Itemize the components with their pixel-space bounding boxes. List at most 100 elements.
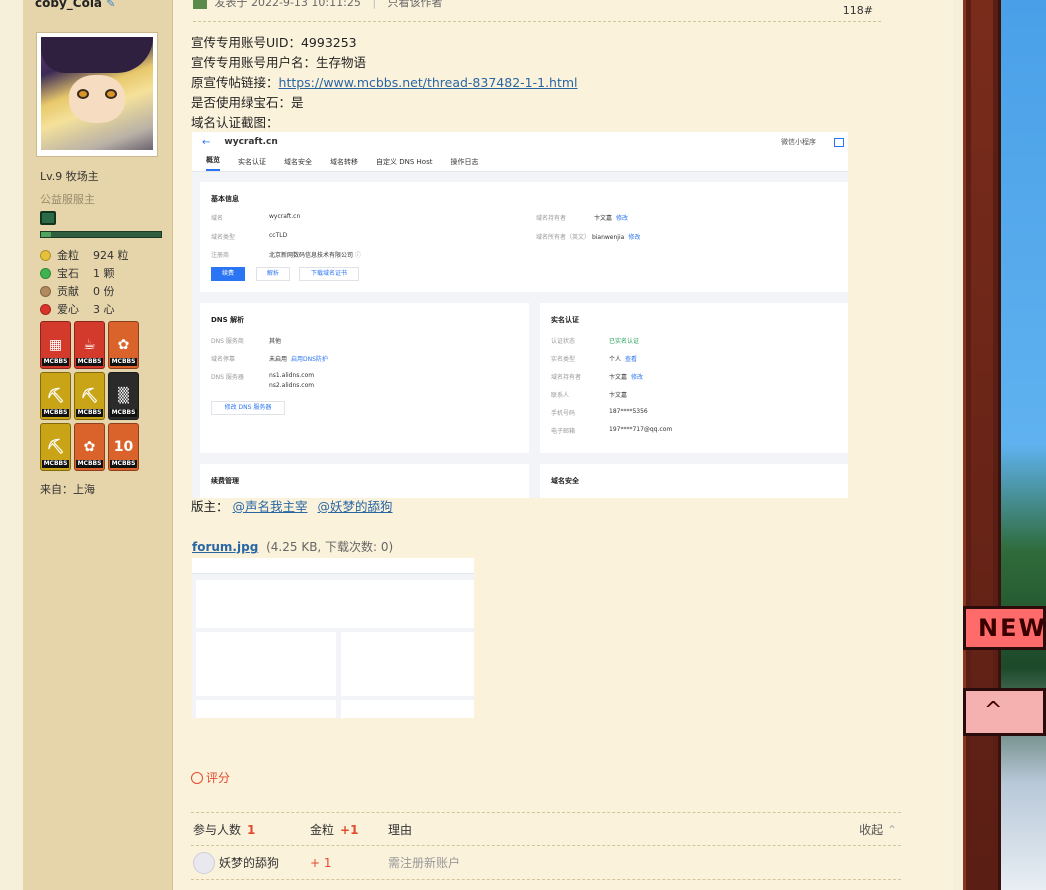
ds-kv-label: 域名持有者 [551,374,582,381]
medal-badge[interactable]: ▦ MCBBS [40,321,71,369]
rating-table-header: 参与人数 1 金粒 +1 理由 收起 ⌃ [191,812,901,846]
ds-kv-label: 联系人 [551,392,570,399]
ds-kv-value: bianwenjia [591,234,625,241]
ds-kv: 域名持有者 [551,372,581,381]
up-arrow-icon: ^ [984,698,1003,723]
user-location: 来自：上海 [40,483,95,496]
rt-user[interactable]: 妖梦的舔狗 [191,851,310,874]
ds-kv: 197****717@qq.com [609,426,672,433]
avatar[interactable] [36,32,158,157]
ds-kv: ns2.alidns.com [269,382,314,389]
new-tag-button[interactable]: NEW [963,606,1046,650]
rt-participants-count: 1 [247,822,256,837]
ds-kv: 实名类型 [551,354,575,363]
medal-glyph: ☕ [83,337,96,353]
user-stats: 金粒 924 粒 宝石 1 颗 贡献 0 份 爱心 3 心 [40,246,129,318]
medal-tag: MCBBS [42,409,69,417]
ds-kv: 注册商 [211,250,229,259]
medal-badge[interactable]: ▒ MCBBS [108,372,139,420]
medal-badge[interactable]: ⛏ MCBBS [40,423,71,471]
medal-tag: MCBBS [110,460,137,468]
avatar-eye-left [77,89,89,99]
thumb-card [196,580,474,628]
rt-reason-label: 理由 [388,822,413,837]
rt-collapse-link[interactable]: 收起 ⌃ [859,821,897,838]
rating-row: 妖梦的舔狗 + 1 需注册新账户 [191,846,901,880]
ds-kv: 卞文嘉 修改 [609,372,643,381]
ds-kv-label: DNS 服务商 [211,338,244,345]
ds-link: 修改 [631,374,644,381]
rater-name[interactable]: 妖梦的舔狗 [219,854,279,871]
ds-card-title: DNS 解析 [211,316,245,324]
ds-kv: DNS 服务商 [211,336,244,345]
medal-badge[interactable]: ⛏ MCBBS [74,372,105,420]
link-label: 原宣传帖链接： [191,75,279,90]
medal-tag: MCBBS [42,460,69,468]
ds-edit-link: 修改 [616,215,629,222]
ds-kv: 域名类型 [211,232,235,241]
username-text[interactable]: coby_Cola [35,0,102,10]
ds-kv: 域名所有者（英文） bianwenjia 修改 [536,232,640,241]
contribution-icon [40,285,51,297]
username[interactable]: coby_Cola ✎ [35,0,115,10]
stat-label: 贡献 [57,285,79,298]
avatar-eye-right [105,89,117,99]
medal-tag: MCBBS [76,409,103,417]
thumb-card [196,632,336,696]
ds-renew-card: 续费管理 [200,464,529,498]
only-author-link[interactable]: 只看该作者 [388,0,443,9]
medal-tag: MCBBS [42,358,69,366]
medal-badge[interactable]: 10 MCBBS [108,423,139,471]
medal-glyph: ⛏ [46,388,65,404]
floor-number[interactable]: 118# [843,4,873,17]
ds-kv-label: 实名类型 [551,356,576,363]
ds-card-title: 续费管理 [211,477,239,485]
domain-screenshot[interactable]: ← wycraft.cn 微信小程序 概览 实名认证 域名安全 域名转移 自定义… [192,132,848,498]
ds-tab: 自定义 DNS Host [376,158,433,166]
ds-kv-value: ccTLD [269,232,288,239]
level-progress-bar [40,231,162,238]
medal-badge[interactable]: ☕ MCBBS [74,321,105,369]
ds-cert-button: 下载域名证书 [299,267,359,281]
moderator-link[interactable]: @声名我主宰 [233,499,308,514]
rating-table: 参与人数 1 金粒 +1 理由 收起 ⌃ 妖梦的舔狗 + 1 需注册新账户 [191,812,901,880]
attachment-link[interactable]: forum.jpg [192,540,258,554]
thread-link[interactable]: https://www.mcbbs.net/thread-837482-1-1.… [279,75,578,90]
medal-tag: MCBBS [110,358,137,366]
gem-line: 是否使用绿宝石：是 [191,95,304,110]
medal-badge[interactable]: ✿ MCBBS [74,423,105,471]
medal-glyph: ✿ [83,439,96,455]
ds-kv: 手机号码 [551,408,575,417]
attachment-thumbnail[interactable] [192,558,474,718]
medal-badge[interactable]: ✿ MCBBS [108,321,139,369]
header-separator: | [372,0,377,9]
medal-wall: ▦ MCBBS ☕ MCBBS ✿ MCBBS ⛏ MCBBS ⛏ MCBBS ▒ MCBB… [40,321,140,471]
moderator-link[interactable]: @妖梦的舔狗 [318,499,393,514]
medal-glyph: ⛏ [46,439,65,455]
gold-icon [40,249,51,261]
medal-badge[interactable]: ⛏ MCBBS [40,372,71,420]
ds-kv: 其他 [269,336,281,345]
medal-glyph: 10 [113,439,134,455]
gem-icon [40,267,51,279]
medal-glyph: ✿ [117,337,130,353]
left-gutter [0,0,23,890]
ds-kv-label: 域名类型 [211,234,236,241]
moderators-line: 版主： @声名我主宰 @妖梦的舔狗 [191,497,399,517]
back-arrow-icon: ← [202,136,211,148]
heart-icon [40,303,51,315]
rt-participants-label: 参与人数 [193,822,242,837]
back-to-top-button[interactable]: ^ [963,688,1046,736]
post-status-icon [193,0,207,9]
post-body: 宣传专用账号UID：4993253 宣传专用账号用户名：生存物语 原宣传帖链接：… [191,33,578,133]
moderators-label: 版主： [191,499,229,514]
ds-card-title: 域名安全 [551,477,579,485]
ds-realname-card: 实名认证 认证状态 已实名认证 实名类型 个人 查看 域名持有者 卞文嘉 修改 联系… [540,303,848,453]
ds-kv-value: wycraft.cn [269,213,301,220]
rate-label[interactable]: 评分 [191,769,230,786]
ds-kv-value: 197****717@qq.com [609,426,673,433]
new-tag-text: NEW [978,614,1046,642]
rater-avatar[interactable] [193,851,215,874]
ds-kv-value: 187****5356 [609,408,648,415]
avatar-image [41,37,153,150]
